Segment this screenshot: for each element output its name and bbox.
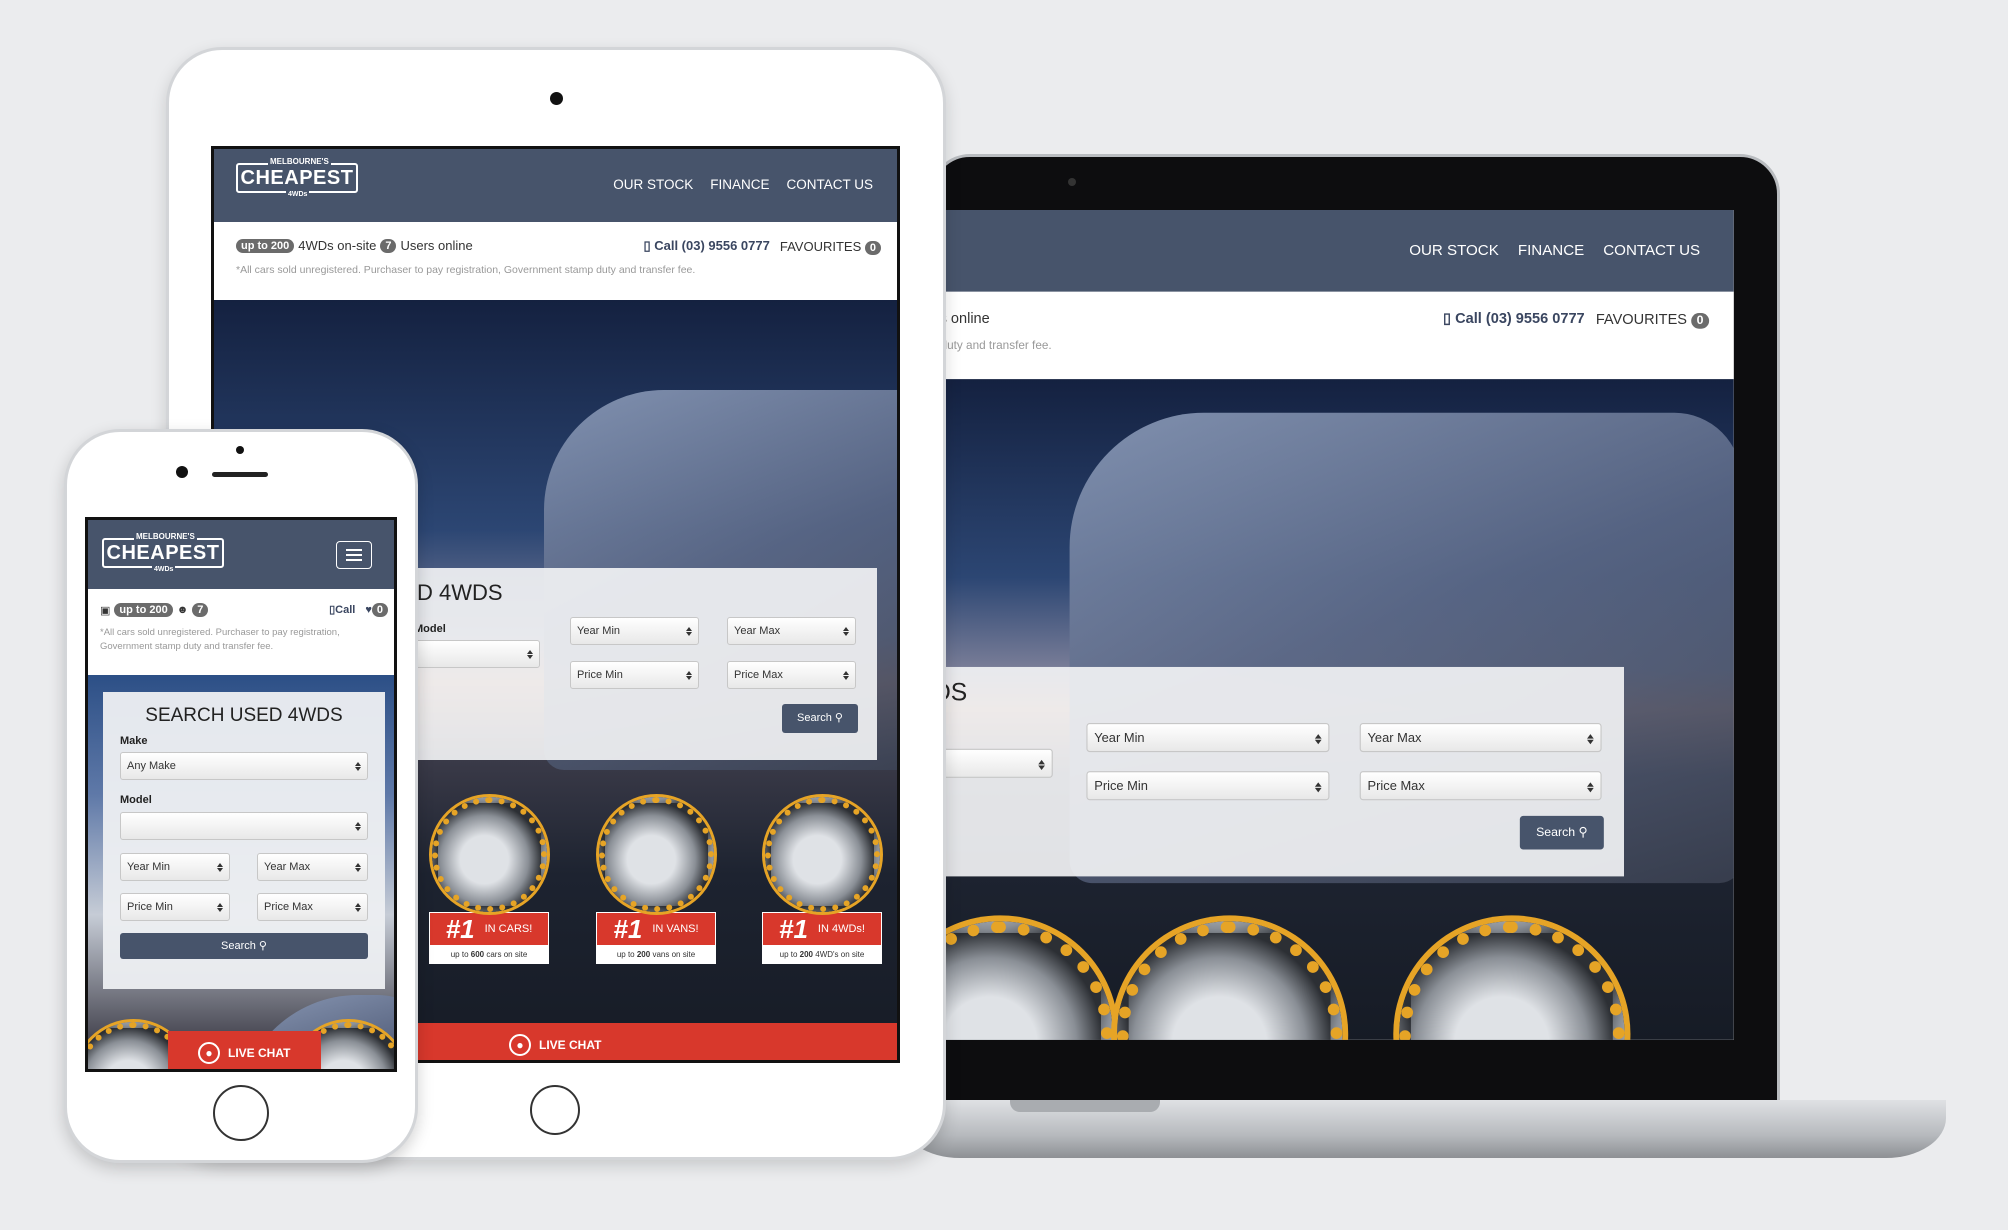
call-link[interactable]: ▯ Call (03) 9556 0777 [643, 238, 769, 254]
user-icon: ● [198, 1042, 220, 1064]
hamburger-menu-icon[interactable] [336, 541, 372, 569]
year-max-select[interactable]: Year Max [1359, 722, 1602, 753]
year-min-select[interactable]: Year Min [120, 853, 230, 881]
laptop-camera [1068, 178, 1076, 186]
category-badge[interactable]: #1IN VANS!up to 200 vans on site [596, 797, 716, 964]
search-icon: ⚲ [258, 940, 267, 952]
year-min-select[interactable]: Year Min [1086, 722, 1330, 753]
users-icon: ☻ [176, 604, 189, 616]
price-min-select[interactable]: Price Min [1086, 771, 1330, 801]
favourites-link[interactable]: FAVOURITES 0 [1596, 310, 1710, 329]
vehicle-image [764, 797, 880, 912]
stock-badge: up to 200 [114, 603, 173, 617]
main-nav: OUR STOCK FINANCE CONTACT US [1409, 241, 1700, 258]
users-badge: 7 [380, 238, 397, 253]
make-label: Make [120, 735, 148, 747]
nav-item[interactable]: OUR STOCK [613, 177, 693, 192]
phone-sensor [236, 446, 244, 454]
nav-item[interactable]: CONTACT US [786, 177, 873, 192]
favourites-count: 0 [864, 240, 881, 255]
model-label: Model [120, 794, 152, 806]
site-logo[interactable]: MELBOURNE'SCHEAPEST4WDs [236, 157, 358, 198]
nav-item[interactable]: CONTACT US [1603, 241, 1700, 258]
search-title: SEARCH USED 4WDS [145, 705, 343, 726]
year-max-select[interactable]: Year Max [727, 617, 856, 645]
user-icon: ● [509, 1033, 531, 1056]
tablet-home-button [530, 1085, 580, 1135]
tablet-camera [550, 92, 563, 105]
nav-item[interactable]: FINANCE [710, 177, 769, 192]
search-panel: SEARCH USED 4WDS Make Any Make Model Yea… [103, 692, 385, 989]
search-button[interactable]: Search ⚲ [120, 933, 368, 959]
phone-icon: ▯ [1443, 309, 1452, 327]
vehicle-image [1398, 921, 1624, 1040]
phone-icon: ▯ [643, 238, 651, 253]
category-badge[interactable]: #1IN 4WDs!up to 200 4WD's on site [762, 797, 882, 964]
category-badge[interactable]: #1IN VANS!up to 200 vans on site [1111, 921, 1346, 1040]
model-select[interactable] [414, 640, 540, 668]
search-button[interactable]: Search ⚲ [1519, 815, 1604, 850]
phone-camera [176, 466, 188, 478]
phone-screen: MELBOURNE'S CHEAPEST 4WDs ▣ up to 200 ☻ 7 ▯Ca… [85, 517, 397, 1072]
search-icon: ⚲ [834, 712, 843, 724]
phone-home-button [213, 1085, 269, 1141]
site-logo[interactable]: MELBOURNE'SCHEAPEST4WDs [102, 532, 224, 573]
category-badge[interactable]: #1IN 4WDs!up to 200 4WD's on site [1393, 921, 1628, 1040]
disclaimer: *All cars sold unregistered. Purchaser t… [236, 264, 696, 276]
laptop-notch [1010, 1100, 1160, 1112]
main-nav: OUR STOCK FINANCE CONTACT US [613, 177, 873, 192]
phone-speaker [212, 472, 268, 477]
info-bar: ▣ up to 200 ☻ 7 ▯Call ♥ 0 *All cars sold unre… [88, 589, 394, 675]
model-select[interactable] [120, 812, 368, 840]
favourites-count: 0 [1691, 312, 1710, 329]
make-select[interactable]: Any Make [120, 752, 368, 780]
year-max-select[interactable]: Year Max [257, 853, 368, 881]
search-button[interactable]: Search ⚲ [782, 704, 858, 733]
nav-item[interactable]: FINANCE [1518, 241, 1584, 258]
favourites-link[interactable]: ♥ 0 [365, 602, 388, 617]
live-chat-bar[interactable]: ● LIVE CHAT [168, 1031, 321, 1069]
price-max-select[interactable]: Price Max [257, 893, 368, 921]
users-badge: 7 [192, 603, 209, 617]
call-link[interactable]: ▯ Call (03) 9556 0777 [1443, 310, 1585, 328]
stock-badge: up to 200 [236, 238, 295, 253]
nav-item[interactable]: OUR STOCK [1409, 241, 1499, 258]
year-min-select[interactable]: Year Min [570, 617, 699, 645]
site-header: MELBOURNE'SCHEAPEST4WDs OUR STOCK FINANCE… [214, 149, 897, 222]
call-link[interactable]: ▯Call [329, 603, 355, 616]
disclaimer: *All cars sold unregistered. Purchaser t… [100, 627, 340, 652]
price-min-select[interactable]: Price Min [120, 893, 230, 921]
price-min-select[interactable]: Price Min [570, 661, 699, 689]
vehicle-image [431, 797, 547, 912]
hero-banner: SEARCH USED 4WDS Make Any Make Model Yea… [88, 675, 394, 1069]
price-max-select[interactable]: Price Max [727, 661, 856, 689]
favourites-link[interactable]: FAVOURITES 0 [780, 239, 881, 255]
heart-icon: ♥ [365, 603, 372, 616]
vehicle-image [598, 797, 714, 912]
model-label: Model [414, 623, 446, 635]
site-header: MELBOURNE'S CHEAPEST 4WDs [88, 520, 394, 589]
phone-site: MELBOURNE'S CHEAPEST 4WDs ▣ up to 200 ☻ 7 ▯Ca… [88, 520, 394, 1069]
info-bar: up to 2004WDs on-site7Users online ▯ Cal… [214, 222, 897, 300]
search-icon: ⚲ [1578, 826, 1588, 840]
favourites-count: 0 [371, 602, 388, 617]
car-icon: ▣ [100, 604, 111, 617]
price-max-select[interactable]: Price Max [1359, 771, 1602, 801]
vehicle-image [1115, 921, 1342, 1040]
category-badge[interactable]: #1IN CARS!up to 600 cars on site [429, 797, 549, 964]
